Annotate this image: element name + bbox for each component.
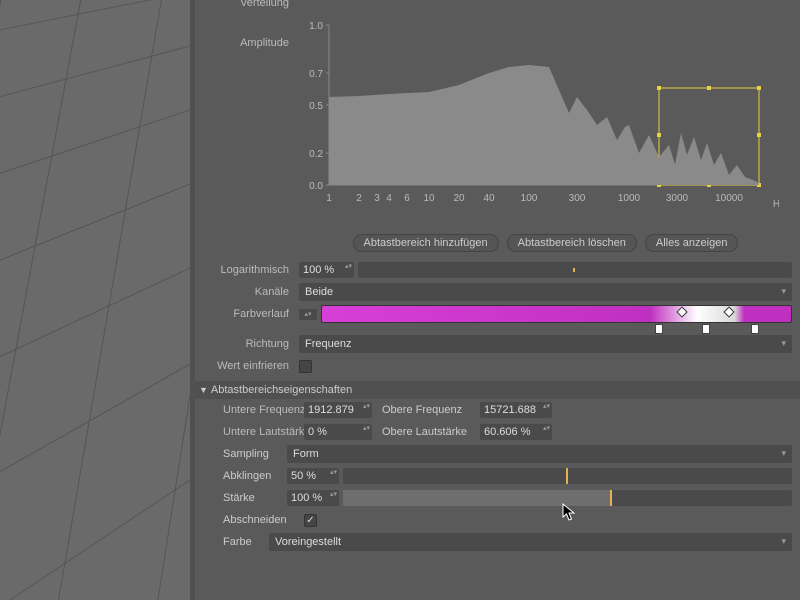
svg-text:100: 100 <box>521 193 538 204</box>
label-untere-frequenz: Untere Frequenz <box>195 404 300 416</box>
label-obere-frequenz: Obere Frequenz <box>376 404 476 416</box>
section-abtastbereich-header[interactable]: ▼ Abtastbereichseigenschaften <box>195 381 800 399</box>
label-wert-einfrieren: Wert einfrieren <box>195 360 295 372</box>
svg-text:1: 1 <box>326 193 332 204</box>
logarithmisch-spinner[interactable]: 100 %▴▾ <box>299 262 354 278</box>
svg-text:3: 3 <box>374 193 380 204</box>
svg-text:300: 300 <box>569 193 586 204</box>
svg-text:40: 40 <box>483 193 495 204</box>
properties-panel: Verteilung Amplitude 1.0 0.7 0.5 0.2 0.0 <box>195 0 800 600</box>
svg-text:6: 6 <box>404 193 410 204</box>
label-verteilung: Verteilung <box>195 0 295 9</box>
spectrum-chart[interactable]: 1.0 0.7 0.5 0.2 0.0 1 2 3 4 6 <box>299 15 779 227</box>
svg-text:0.7: 0.7 <box>309 69 323 80</box>
svg-text:0.0: 0.0 <box>309 181 323 192</box>
staerke-slider[interactable] <box>343 490 792 506</box>
label-amplitude: Amplitude <box>195 15 295 49</box>
svg-text:3000: 3000 <box>666 193 689 204</box>
delete-sample-range-button[interactable]: Abtastbereich löschen <box>507 234 637 252</box>
add-sample-range-button[interactable]: Abtastbereich hinzufügen <box>353 234 499 252</box>
svg-text:Hz: Hz <box>773 199 779 210</box>
svg-text:10000: 10000 <box>715 193 743 204</box>
label-staerke: Stärke <box>195 492 283 504</box>
wert-einfrieren-checkbox[interactable] <box>299 360 312 373</box>
abklingen-spinner[interactable]: 50 %▴▾ <box>287 468 339 484</box>
label-kanaele: Kanäle <box>195 286 295 298</box>
3d-viewport[interactable] <box>0 0 190 600</box>
svg-text:10: 10 <box>423 193 435 204</box>
untere-lautstaerke-spinner[interactable]: 0 %▴▾ <box>304 424 372 440</box>
richtung-dropdown[interactable]: Frequenz <box>299 335 792 353</box>
label-sampling: Sampling <box>195 448 283 460</box>
label-untere-lautstaerke: Untere Lautstärke <box>195 426 300 438</box>
abschneiden-checkbox[interactable]: ✓ <box>304 514 317 527</box>
svg-text:4: 4 <box>386 193 392 204</box>
svg-text:0.2: 0.2 <box>309 149 323 160</box>
gradient-arrows[interactable]: ▴▾ <box>299 309 317 320</box>
kanaele-dropdown[interactable]: Beide <box>299 283 792 301</box>
show-all-button[interactable]: Alles anzeigen <box>645 234 739 252</box>
staerke-spinner[interactable]: 100 %▴▾ <box>287 490 339 506</box>
label-obere-lautstaerke: Obere Lautstärke <box>376 426 476 438</box>
label-logarithmisch: Logarithmisch <box>195 264 295 276</box>
abklingen-slider[interactable] <box>343 468 792 484</box>
section-abtastbereich-label: Abtastbereichseigenschaften <box>211 384 352 396</box>
obere-lautstaerke-spinner[interactable]: 60.606 %▴▾ <box>480 424 552 440</box>
svg-text:1000: 1000 <box>618 193 641 204</box>
svg-text:1.0: 1.0 <box>309 21 323 32</box>
svg-text:0.5: 0.5 <box>309 101 323 112</box>
disclosure-triangle-icon: ▼ <box>199 385 208 395</box>
sampling-dropdown[interactable]: Form <box>287 445 792 463</box>
label-richtung: Richtung <box>195 338 295 350</box>
farbe-dropdown[interactable]: Voreingestellt <box>269 533 792 551</box>
logarithmisch-slider[interactable] <box>358 262 792 278</box>
label-farbverlauf: Farbverlauf <box>195 308 295 320</box>
svg-text:2: 2 <box>356 193 362 204</box>
untere-frequenz-spinner[interactable]: 1912.879▴▾ <box>304 402 372 418</box>
label-abschneiden: Abschneiden <box>195 514 300 526</box>
label-farbe: Farbe <box>195 536 265 548</box>
label-abklingen: Abklingen <box>195 470 283 482</box>
obere-frequenz-spinner[interactable]: 15721.688▴▾ <box>480 402 552 418</box>
svg-text:20: 20 <box>453 193 465 204</box>
gradient-editor[interactable] <box>321 305 792 323</box>
